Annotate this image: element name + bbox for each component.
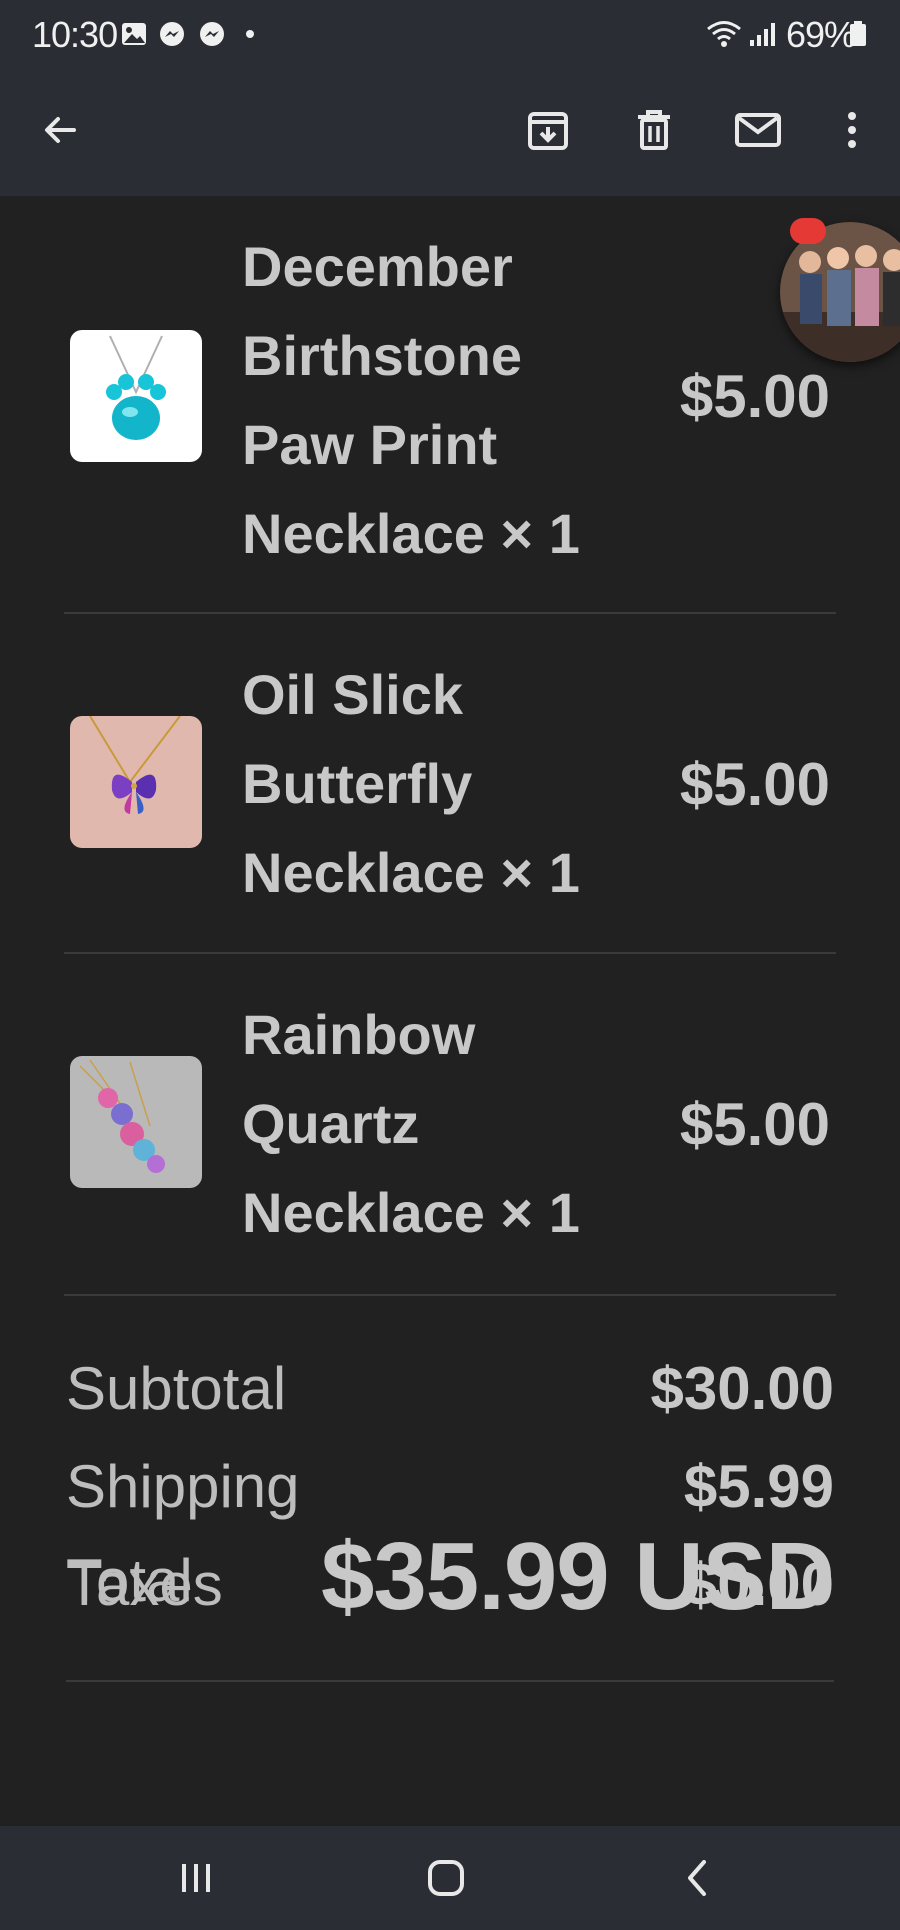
dot-icon [240, 20, 268, 48]
list-item: December Birthstone Paw Print Necklace ×… [64, 222, 836, 586]
mark-unread-icon [735, 113, 781, 147]
summary-label: Subtotal [66, 1355, 287, 1422]
summary-value: $5.99 [683, 1453, 834, 1520]
messenger-icon [158, 20, 186, 48]
status-bar: 10:30 69% [0, 0, 900, 68]
item-name: Rainbow Quartz Necklace × 1 [242, 1003, 580, 1244]
recent-apps-icon [182, 1864, 210, 1892]
battery-icon [848, 20, 868, 48]
back-button[interactable] [28, 98, 92, 162]
notification-badge [790, 218, 826, 244]
item-price: $5.00 [679, 1091, 830, 1158]
divider [64, 952, 836, 954]
divider [64, 1294, 836, 1296]
product-image [70, 330, 202, 462]
divider [64, 612, 836, 614]
recent-apps-button[interactable] [148, 1846, 244, 1910]
total-value: $35.99 USD [321, 1523, 835, 1630]
subtotal-row: Subtotal $30.00 [66, 1354, 834, 1434]
item-name: Oil Slick Butterfly Necklace × 1 [242, 663, 580, 904]
product-image [70, 1056, 202, 1188]
gallery-icon [120, 20, 148, 48]
delete-button[interactable] [622, 98, 686, 162]
item-name: December Birthstone Paw Print Necklace ×… [242, 235, 580, 565]
delete-icon [638, 110, 670, 150]
summary-value: $30.00 [650, 1355, 834, 1422]
nav-back-button[interactable] [650, 1846, 746, 1910]
more-vert-icon [848, 112, 856, 148]
home-button[interactable] [398, 1846, 494, 1910]
list-item: Oil Slick Butterfly Necklace × 1 $5.00 [64, 650, 836, 930]
messenger-icon [198, 20, 226, 48]
item-price: $5.00 [679, 363, 830, 430]
home-icon [428, 1860, 464, 1896]
mark-unread-button[interactable] [726, 98, 790, 162]
archive-icon [528, 112, 568, 150]
navigation-bar [0, 1826, 900, 1930]
shipping-row: Shipping $5.99 [66, 1452, 834, 1532]
battery-percent: 69% [786, 14, 856, 55]
back-icon [688, 1860, 706, 1896]
divider [66, 1680, 834, 1682]
email-toolbar [0, 68, 900, 196]
product-image [70, 716, 202, 848]
list-item: Rainbow Quartz Necklace × 1 $5.00 [64, 990, 836, 1270]
more-options-button[interactable] [820, 98, 884, 162]
summary-label: Shipping [66, 1453, 300, 1520]
total-label: Total [66, 1547, 193, 1614]
item-price: $5.00 [679, 751, 830, 818]
status-time: 10:30 [32, 14, 118, 55]
back-arrow-icon [45, 117, 76, 143]
archive-button[interactable] [516, 98, 580, 162]
signal-icon [748, 20, 778, 48]
wifi-icon [706, 20, 742, 48]
